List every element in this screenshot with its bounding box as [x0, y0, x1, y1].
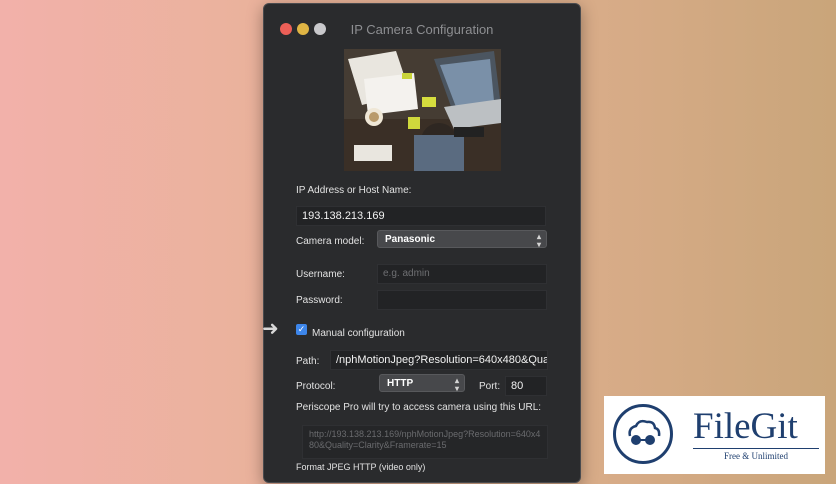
protocol-label: Protocol: [296, 381, 336, 392]
port-field[interactable]: 80 [505, 376, 547, 396]
camera-preview-illustration [344, 49, 501, 171]
title-bar: IP Camera Configuration [264, 4, 580, 48]
camera-model-select[interactable]: Panasonic ▴ ▾ [377, 230, 547, 249]
chevron-updown-icon: ▴ ▾ [536, 232, 541, 249]
cloud-glasses-icon [628, 419, 661, 445]
manual-configuration-label: Manual configuration [312, 328, 405, 339]
camera-url-display: http://193.138.213.169/nphMotionJpeg?Res… [302, 425, 548, 459]
filegit-name: FileGit [693, 406, 798, 447]
camera-preview-image [344, 49, 501, 171]
filegit-tagline: Free & Unlimited [724, 451, 788, 461]
manual-configuration-checkbox[interactable]: ✓ [296, 324, 307, 335]
checkmark-icon: ✓ [297, 324, 306, 334]
format-info-text: Format JPEG HTTP (video only) [296, 462, 426, 472]
chevron-updown-icon: ▴ ▾ [454, 376, 459, 393]
filegit-logo-icon [613, 404, 673, 464]
username-field[interactable]: e.g. admin [377, 264, 547, 284]
ip-address-field[interactable]: 193.138.213.169 [296, 206, 546, 226]
access-info-text: Periscope Pro will try to access camera … [296, 402, 542, 413]
path-field[interactable]: /nphMotionJpeg?Resolution=640x480&Qualit [330, 350, 548, 370]
ip-address-label: IP Address or Host Name: [296, 185, 412, 196]
filegit-watermark: FileGit Free & Unlimited [604, 396, 825, 474]
port-label: Port: [479, 381, 501, 392]
arrow-right-icon: ➜ [262, 318, 279, 340]
camera-model-value: Panasonic [385, 234, 436, 245]
password-label: Password: [296, 295, 343, 306]
window-title: IP Camera Configuration [350, 22, 494, 37]
username-label: Username: [296, 269, 345, 280]
camera-config-window: IP Camera Configuration IP Address or Ho… [263, 3, 581, 483]
filegit-divider [693, 448, 819, 449]
protocol-value: HTTP [387, 378, 414, 389]
protocol-select[interactable]: HTTP ▴ ▾ [379, 374, 465, 393]
password-field[interactable] [377, 290, 547, 310]
camera-model-label: Camera model: [296, 236, 365, 247]
path-label: Path: [296, 356, 320, 367]
